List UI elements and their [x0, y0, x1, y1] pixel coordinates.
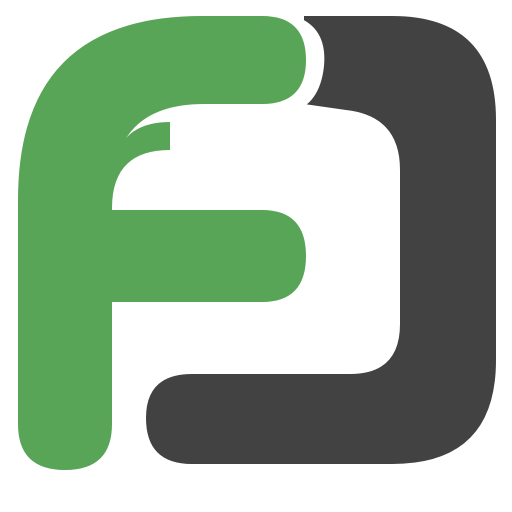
fd-logo-svg — [0, 0, 512, 512]
fd-logo — [0, 0, 512, 512]
letter-f-middle-bar — [112, 210, 306, 302]
